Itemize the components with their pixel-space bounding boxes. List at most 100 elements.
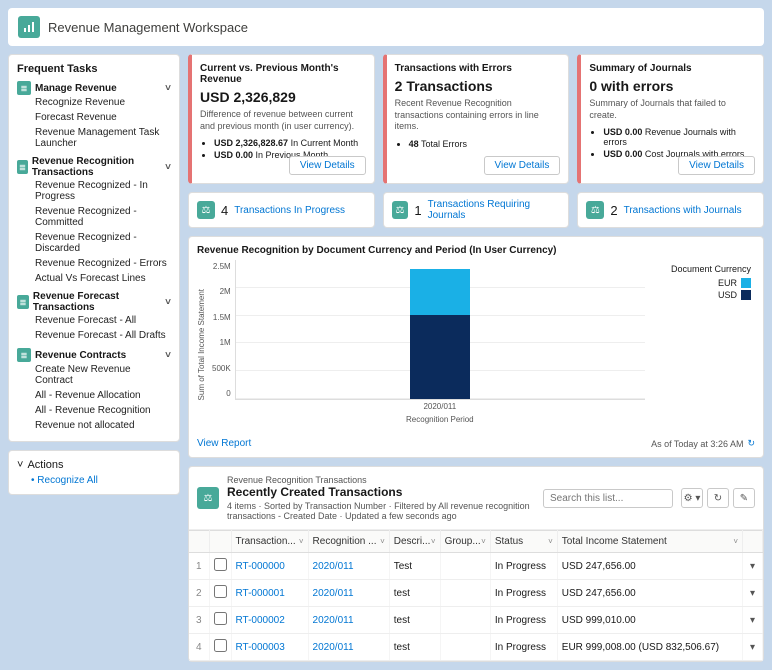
period-link[interactable]: 2020/011 <box>308 580 389 607</box>
chart-timestamp: As of Today at 3:26 AM ↻ <box>651 438 755 449</box>
table-supertitle: Revenue Recognition Transactions <box>227 475 535 485</box>
view-report-link[interactable]: View Report <box>197 438 251 449</box>
column-header[interactable]: Group...˅ <box>440 531 490 553</box>
column-header[interactable]: Total Income Statement˅ <box>557 531 742 553</box>
row-checkbox[interactable] <box>214 558 227 571</box>
frequent-tasks-title: Frequent Tasks <box>17 63 171 75</box>
group-icon: ≣ <box>17 160 28 174</box>
kpi-title: Summary of Journals <box>589 63 755 74</box>
scale-icon: ⚖ <box>197 201 215 219</box>
table-refresh-button[interactable]: ↻ <box>707 488 729 508</box>
sidebar-item[interactable]: Recognize Revenue <box>17 95 171 110</box>
chevron-down-icon: ˅ <box>165 297 171 308</box>
transaction-link[interactable]: RT-000000 <box>231 553 308 580</box>
legend-item: EUR <box>649 278 751 288</box>
chevron-down-icon: ˅ <box>165 350 171 361</box>
kpi-subtitle: Summary of Journals that failed to creat… <box>589 98 755 121</box>
sidebar-item[interactable]: Revenue Recognized - Discarded <box>17 230 171 256</box>
column-header[interactable]: Descri...˅ <box>389 531 440 553</box>
row-checkbox[interactable] <box>214 612 227 625</box>
column-header[interactable]: Recognition ...˅ <box>308 531 389 553</box>
trans-summary-card[interactable]: ⚖ 1 Transactions Requiring Journals <box>383 192 570 228</box>
app-header: Revenue Management Workspace <box>8 8 764 46</box>
view-details-button[interactable]: View Details <box>289 156 366 175</box>
table-search-input[interactable] <box>543 489 673 508</box>
transaction-link[interactable]: RT-000001 <box>231 580 308 607</box>
group-icon: ≣ <box>17 295 29 309</box>
column-header[interactable]: Transaction...˅ <box>231 531 308 553</box>
kpi-card: Current vs. Previous Month's RevenueUSD … <box>188 54 375 184</box>
chevron-down-icon: ˅ <box>380 537 385 546</box>
trans-label: Transactions Requiring Journals <box>428 199 561 221</box>
kpi-value: 2 Transactions <box>395 78 561 94</box>
action-recognize-all[interactable]: • Recognize All <box>17 471 171 486</box>
chart-x-tick: 2020/011 <box>235 402 645 411</box>
kpi-card: Summary of Journals0 with errorsSummary … <box>577 54 764 184</box>
actions-toggle[interactable]: ˅ Actions <box>17 459 171 471</box>
row-menu-button[interactable]: ▾ <box>743 607 763 634</box>
sidebar-item[interactable]: Create New Revenue Contract <box>17 362 171 388</box>
chevron-down-icon: ˅ <box>17 459 23 471</box>
sidebar-item[interactable]: Revenue Forecast - All Drafts <box>17 328 171 343</box>
transactions-table-card: ⚖ Revenue Recognition Transactions Recen… <box>188 466 764 662</box>
chart-bar-segment <box>410 269 470 315</box>
kpi-subtitle: Difference of revenue between current an… <box>200 109 366 132</box>
chart-bar-segment <box>410 315 470 399</box>
row-menu-button[interactable]: ▾ <box>743 553 763 580</box>
transactions-table: Transaction...˅Recognition ...˅Descri...… <box>189 530 763 661</box>
sidebar-item[interactable]: Revenue Recognized - Errors <box>17 256 171 271</box>
view-details-button[interactable]: View Details <box>484 156 561 175</box>
chart-plot-area <box>235 260 645 400</box>
table-icon: ⚖ <box>197 487 219 509</box>
sidebar-item[interactable]: Revenue Forecast - All <box>17 313 171 328</box>
chevron-down-icon: ˅ <box>733 537 738 546</box>
sidebar-item[interactable]: Forecast Revenue <box>17 110 171 125</box>
sidebar-item[interactable]: Revenue Management Task Launcher <box>17 125 171 151</box>
row-checkbox[interactable] <box>214 639 227 652</box>
legend-item: USD <box>649 290 751 300</box>
table-settings-button[interactable]: ⚙ ▾ <box>681 488 703 508</box>
page-title: Revenue Management Workspace <box>48 20 248 35</box>
trans-count: 1 <box>414 203 421 218</box>
period-link[interactable]: 2020/011 <box>308 553 389 580</box>
transaction-link[interactable]: RT-000003 <box>231 634 308 661</box>
chevron-down-icon: ˅ <box>165 83 171 94</box>
transaction-link[interactable]: RT-000002 <box>231 607 308 634</box>
sidebar-item[interactable]: Revenue Recognized - Committed <box>17 204 171 230</box>
sidebar-item[interactable]: All - Revenue Recognition <box>17 403 171 418</box>
trans-summary-card[interactable]: ⚖2Transactions with Journals <box>577 192 764 228</box>
chart-title: Revenue Recognition by Document Currency… <box>197 245 755 256</box>
row-checkbox[interactable] <box>214 585 227 598</box>
chevron-down-icon: ˅ <box>165 162 171 173</box>
sidebar-group-head[interactable]: ≣Revenue Forecast Transactions˅ <box>17 291 171 313</box>
trans-summary-card[interactable]: ⚖4Transactions In Progress <box>188 192 375 228</box>
sidebar-group-head[interactable]: ≣Revenue Recognition Transactions˅ <box>17 156 171 178</box>
chart-x-label: Recognition Period <box>235 415 645 424</box>
column-header[interactable]: Status˅ <box>490 531 557 553</box>
sidebar-group-head[interactable]: ≣Revenue Contracts˅ <box>17 348 171 362</box>
sidebar-group-head[interactable]: ≣Manage Revenue˅ <box>17 81 171 95</box>
sidebar-item[interactable]: Revenue not allocated <box>17 418 171 433</box>
chart-bar[interactable] <box>410 269 470 399</box>
period-link[interactable]: 2020/011 <box>308 607 389 634</box>
refresh-icon[interactable]: ↻ <box>747 438 755 449</box>
view-details-button[interactable]: View Details <box>678 156 755 175</box>
trans-label: Transactions with Journals <box>624 205 742 216</box>
table-edit-button[interactable]: ✎ <box>733 488 755 508</box>
sidebar-item[interactable]: Revenue Recognized - In Progress <box>17 178 171 204</box>
period-link[interactable]: 2020/011 <box>308 634 389 661</box>
row-menu-button[interactable]: ▾ <box>743 580 763 607</box>
row-menu-button[interactable]: ▾ <box>743 634 763 661</box>
sidebar-item[interactable]: All - Revenue Allocation <box>17 388 171 403</box>
scale-icon: ⚖ <box>392 201 409 219</box>
kpi-title: Transactions with Errors <box>395 63 561 74</box>
sidebar-item[interactable]: Actual Vs Forecast Lines <box>17 271 171 286</box>
chevron-down-icon: ˅ <box>431 537 436 546</box>
table-title: Recently Created Transactions <box>227 485 535 499</box>
table-row: 4RT-0000032020/011testIn ProgressEUR 999… <box>189 634 763 661</box>
table-meta: 4 items · Sorted by Transaction Number ·… <box>227 501 535 521</box>
kpi-subtitle: Recent Revenue Recognition transactions … <box>395 98 561 133</box>
group-icon: ≣ <box>17 81 31 95</box>
chevron-down-icon: ˅ <box>299 537 304 546</box>
chart-y-axis: 2.5M2M1.5M1M500K0 <box>208 260 235 400</box>
